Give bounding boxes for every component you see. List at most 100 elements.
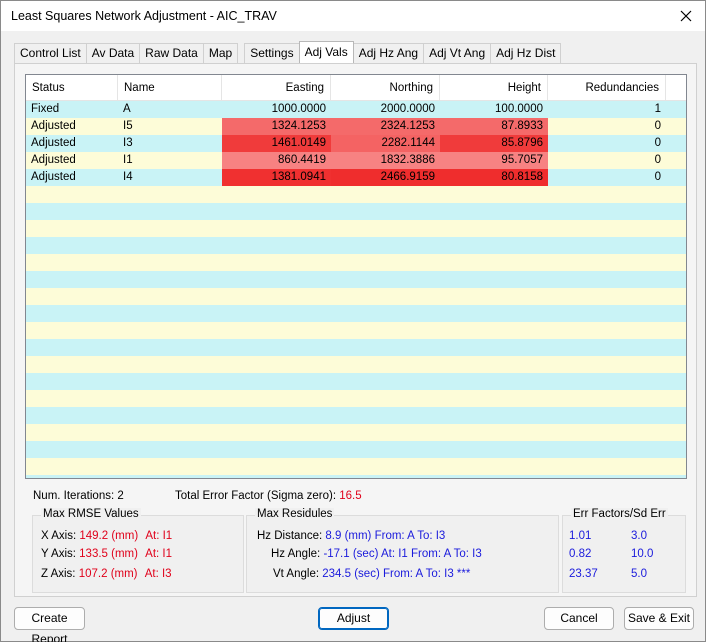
err-factors-title: Err Factors/Sd Err — [571, 508, 668, 520]
residual-vt-angle-label: Vt Angle: — [273, 568, 320, 580]
err-factor-1: 1.01 — [569, 530, 592, 542]
cell-redundancies: 0 — [654, 137, 661, 149]
tab-map[interactable]: Map — [202, 43, 239, 63]
cancel-button[interactable]: Cancel — [544, 607, 614, 630]
rmse-y-at: At: I1 — [145, 548, 173, 560]
rmse-y-value: 133.5 (mm) — [79, 548, 138, 560]
iterations-label: Num. Iterations: 2 — [33, 490, 124, 502]
cell-easting: 1381.0941 — [222, 169, 331, 186]
err-factor-3: 23.37 — [569, 568, 598, 580]
max-rmse-title: Max RMSE Values — [41, 508, 141, 520]
tab-adj-hz-dist[interactable]: Adj Hz Dist — [490, 43, 562, 63]
cell-status: Adjusted — [31, 171, 76, 183]
tab-av-data[interactable]: Av Data — [85, 43, 141, 63]
sd-err-3: 5.0 — [631, 568, 647, 580]
err-factors-group: Err Factors/Sd Err 1.01 3.0 0.82 10.0 23… — [562, 508, 686, 593]
cell-name: I5 — [123, 120, 133, 132]
cell-name: I1 — [123, 154, 133, 166]
cell-redundancies: 1 — [654, 103, 661, 115]
adjusted-values-grid[interactable]: Status Name Easting Northing Height Redu… — [25, 74, 687, 479]
cell-redundancies: 0 — [654, 171, 661, 183]
cell-name: I4 — [123, 171, 133, 183]
cell-status: Adjusted — [31, 120, 76, 132]
column-header-redundancies[interactable]: Redundancies — [548, 75, 666, 101]
tab-control-list[interactable]: Control List — [14, 43, 87, 63]
table-row[interactable]: Adjusted I1 860.4419 1832.3886 95.7057 0 — [26, 152, 686, 169]
rmse-y-line: Y Axis: 133.5 (mm) At: I1 — [41, 548, 172, 560]
cell-northing: 2324.1253 — [331, 118, 440, 135]
cell-redundancies: 0 — [654, 154, 661, 166]
cell-name: A — [123, 103, 131, 115]
table-row[interactable]: Adjusted I3 1461.0149 2282.1144 85.8796 0 — [26, 135, 686, 152]
residual-hz-angle-value: -17.1 (sec) At: I1 From: A To: I3 — [323, 548, 482, 560]
cell-height: 87.8933 — [440, 118, 548, 135]
column-header-name[interactable]: Name — [118, 75, 222, 101]
tab-adj-vt-ang[interactable]: Adj Vt Ang — [423, 43, 492, 63]
sd-err-1: 3.0 — [631, 530, 647, 542]
rmse-x-line: X Axis: 149.2 (mm) At: I1 — [41, 530, 172, 542]
cell-easting: 860.4419 — [222, 152, 331, 169]
residual-hz-angle-line: Hz Angle: -17.1 (sec) At: I1 From: A To:… — [271, 548, 482, 560]
rmse-y-label: Y Axis: — [41, 548, 76, 560]
residual-hz-distance-value: 8.9 (mm) From: A To: I3 — [325, 530, 446, 542]
create-report-button[interactable]: Create Report — [14, 607, 85, 642]
rmse-z-at: At: I3 — [144, 568, 172, 580]
cell-name: I3 — [123, 137, 133, 149]
total-error-label: Total Error Factor (Sigma zero): — [175, 490, 337, 502]
tab-adj-vals[interactable]: Adj Vals — [298, 41, 354, 63]
cell-northing: 2282.1144 — [331, 135, 440, 152]
column-header-status[interactable]: Status — [26, 75, 118, 101]
rmse-z-line: Z Axis: 107.2 (mm) At: I3 — [41, 568, 172, 580]
grid-rows: Fixed A 1000.0000 2000.0000 100.0000 1 Adjuste… — [26, 101, 686, 186]
residual-vt-angle-line: Vt Angle: 234.5 (sec) From: A To: I3 *** — [273, 568, 470, 580]
column-header-easting[interactable]: Easting — [222, 75, 331, 101]
dialog-window: Least Squares Network Adjustment - AIC_T… — [0, 0, 706, 642]
table-row[interactable]: Fixed A 1000.0000 2000.0000 100.0000 1 — [26, 101, 686, 118]
cell-status: Fixed — [31, 103, 60, 115]
rmse-x-at: At: I1 — [145, 530, 173, 542]
tab-settings[interactable]: Settings — [244, 43, 300, 63]
max-rmse-group: Max RMSE Values X Axis: 149.2 (mm) At: I… — [32, 508, 244, 593]
residual-vt-angle-value: 234.5 (sec) From: A To: I3 *** — [322, 568, 471, 580]
adjust-button[interactable]: Adjust — [318, 607, 389, 630]
cell-height: 80.8158 — [440, 169, 548, 186]
column-header-northing[interactable]: Northing — [331, 75, 440, 101]
title-bar: Least Squares Network Adjustment - AIC_T… — [1, 1, 705, 31]
cell-status: Adjusted — [31, 154, 76, 166]
cell-easting: 1461.0149 — [222, 135, 331, 152]
tab-strip: Control List Av Data Raw Data Map Settin… — [14, 41, 562, 63]
tab-raw-data[interactable]: Raw Data — [139, 43, 204, 63]
table-row[interactable]: Adjusted I4 1381.0941 2466.9159 80.8158 0 — [26, 169, 686, 186]
rmse-z-value: 107.2 (mm) — [78, 568, 138, 580]
total-error-value: 16.5 — [339, 490, 362, 502]
cell-easting: 1324.1253 — [222, 118, 331, 135]
residual-hz-angle-label: Hz Angle: — [271, 548, 321, 560]
total-error-factor: Total Error Factor (Sigma zero): 16.5 — [175, 490, 362, 502]
max-residuals-title: Max Residules — [255, 508, 335, 520]
rmse-x-value: 149.2 (mm) — [79, 530, 139, 542]
tab-adj-hz-ang[interactable]: Adj Hz Ang — [352, 43, 425, 63]
residual-hz-distance-label: Hz Distance: — [257, 530, 323, 542]
cell-northing: 2000.0000 — [380, 103, 435, 115]
cell-status: Adjusted — [31, 137, 76, 149]
table-row[interactable]: Adjusted I5 1324.1253 2324.1253 87.8933 0 — [26, 118, 686, 135]
cell-height: 85.8796 — [440, 135, 548, 152]
close-icon — [680, 10, 692, 22]
grid-header: Status Name Easting Northing Height Redu… — [26, 75, 686, 101]
err-factor-2: 0.82 — [569, 548, 592, 560]
save-exit-button[interactable]: Save & Exit — [624, 607, 694, 630]
residual-hz-distance-line: Hz Distance: 8.9 (mm) From: A To: I3 — [257, 530, 445, 542]
sd-err-2: 10.0 — [631, 548, 654, 560]
cell-northing: 2466.9159 — [331, 169, 440, 186]
cell-redundancies: 0 — [654, 120, 661, 132]
cell-height: 100.0000 — [495, 103, 543, 115]
max-residuals-group: Max Residules Hz Distance: 8.9 (mm) From… — [246, 508, 559, 593]
close-button[interactable] — [673, 4, 699, 28]
cell-northing: 1832.3886 — [331, 152, 440, 169]
rmse-z-label: Z Axis: — [41, 568, 76, 580]
cell-easting: 1000.0000 — [271, 103, 326, 115]
column-header-height[interactable]: Height — [440, 75, 548, 101]
window-title: Least Squares Network Adjustment - AIC_T… — [11, 9, 277, 23]
column-header-filler — [666, 75, 686, 101]
rmse-x-label: X Axis: — [41, 530, 77, 542]
